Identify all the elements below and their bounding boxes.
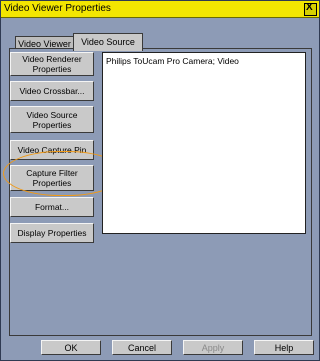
display-properties-button[interactable]: Display Properties (10, 223, 94, 243)
video-source-properties-button[interactable]: Video Source Properties (10, 106, 94, 133)
video-renderer-properties-button[interactable]: Video Renderer Properties (10, 52, 94, 76)
window-title: Video Viewer Properties (4, 3, 111, 14)
cancel-button[interactable]: Cancel (112, 340, 172, 355)
tab-video-source[interactable]: Video Source (73, 33, 143, 51)
apply-button[interactable]: Apply (183, 340, 243, 355)
title-bar[interactable]: Video Viewer Properties X (1, 1, 319, 18)
list-item[interactable]: Philips ToUcam Pro Camera; Video (106, 56, 239, 66)
help-button[interactable]: Help (254, 340, 314, 355)
close-icon: X (306, 2, 313, 13)
close-button[interactable]: X (304, 2, 317, 16)
video-crossbar-button[interactable]: Video Crossbar... (10, 81, 94, 101)
ok-button[interactable]: OK (41, 340, 101, 355)
format-button[interactable]: Format... (10, 197, 94, 217)
properties-dialog: Video Viewer Properties X Video Viewer V… (0, 0, 320, 361)
capture-filter-properties-button[interactable]: Capture Filter Properties (10, 165, 94, 191)
video-capture-pin-button[interactable]: Video Capture Pin (10, 140, 94, 160)
device-list[interactable]: Philips ToUcam Pro Camera; Video (102, 52, 306, 234)
